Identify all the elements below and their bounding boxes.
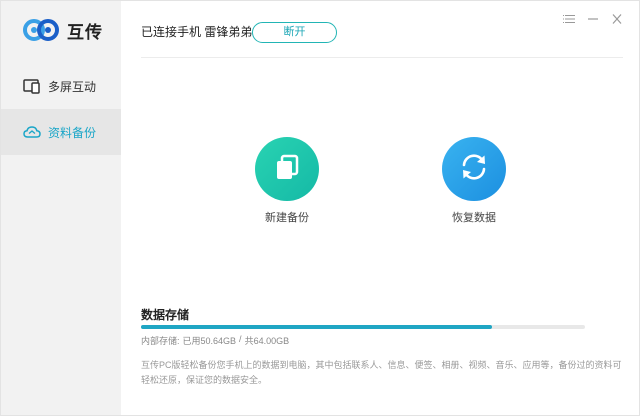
close-icon[interactable] — [605, 11, 629, 27]
sidebar-item-multiscreen[interactable]: 多屏互动 — [1, 63, 121, 109]
restore-data-button[interactable]: 恢复数据 — [429, 137, 519, 225]
copy-icon — [272, 152, 302, 187]
screen-mirror-icon — [23, 77, 41, 95]
window-controls — [557, 11, 629, 27]
cloud-backup-icon — [23, 123, 41, 141]
storage-progress-fill — [141, 325, 492, 329]
new-backup-label: 新建备份 — [265, 212, 309, 224]
disconnect-button[interactable]: 断开 — [252, 22, 337, 43]
refresh-icon — [458, 151, 490, 188]
restore-data-circle[interactable] — [442, 137, 506, 201]
connection-status: 已连接手机 雷锋弟弟 — [141, 25, 253, 39]
app-window: 互传 多屏互动 资料备份 已连接手机 雷锋弟弟 断开 新建备份 恢复数据 数据存… — [0, 0, 640, 416]
storage-label: 内部存储: — [141, 336, 180, 346]
storage-title: 数据存储 — [141, 308, 190, 322]
minimize-icon[interactable] — [581, 11, 605, 27]
storage-info: 内部存储: 已用50.64GB / 共64.00GB — [141, 334, 289, 347]
storage-used: 已用50.64GB — [182, 336, 237, 346]
sidebar-item-label: 资料备份 — [48, 125, 97, 140]
header-divider — [141, 57, 623, 58]
storage-description: 互传PC版轻松备份您手机上的数据到电脑，其中包括联系人、信息、便签、相册、视频、… — [141, 360, 622, 385]
app-name: 互传 — [67, 22, 103, 42]
restore-data-label: 恢复数据 — [452, 212, 496, 224]
new-backup-circle[interactable] — [255, 137, 319, 201]
sidebar: 互传 多屏互动 资料备份 — [1, 1, 121, 415]
sidebar-item-label: 多屏互动 — [48, 79, 97, 94]
sidebar-item-backup[interactable]: 资料备份 — [1, 109, 121, 155]
new-backup-button[interactable]: 新建备份 — [242, 137, 332, 225]
storage-progress-bar — [141, 325, 585, 329]
storage-total: 共64.00GB — [244, 336, 290, 346]
app-logo-icon — [23, 19, 59, 41]
brand: 互传 — [23, 17, 103, 43]
menu-icon[interactable] — [557, 11, 581, 27]
storage-separator: / — [239, 334, 242, 344]
